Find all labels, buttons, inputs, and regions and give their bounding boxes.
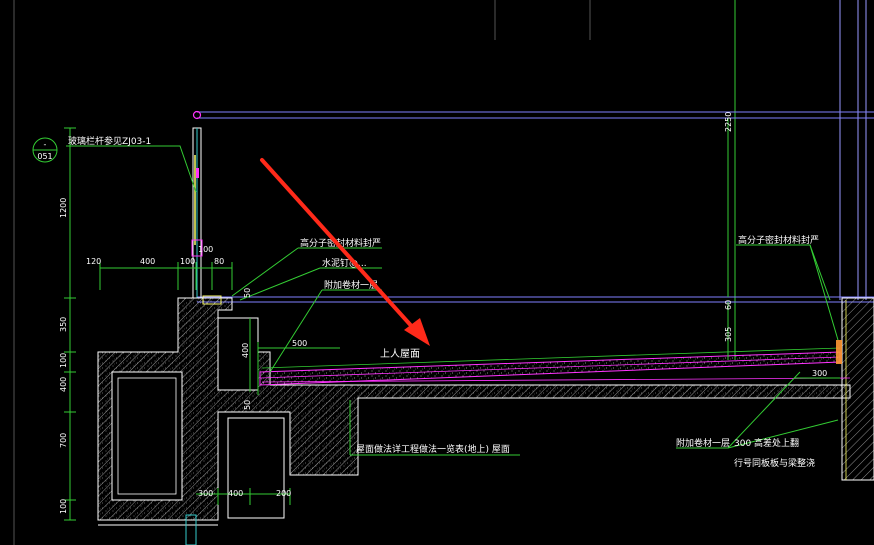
marker-top: - (44, 140, 47, 149)
dim-60: 60 (724, 300, 733, 310)
dim-2250: 2250 (724, 112, 733, 132)
red-arrow-icon (260, 158, 430, 346)
dim-50b: 50 (243, 400, 252, 410)
dim-100d: 100 (59, 499, 68, 514)
dim-400c: 400 (228, 489, 243, 498)
cad-drawing-canvas[interactable]: - 051 玻璃栏杆参见ZJ03-1 高分子密封材料封严 水泥钉@... 附加卷… (0, 0, 874, 545)
blue-guide-lines (197, 111, 874, 303)
dim-100a: 100 (180, 257, 195, 266)
dim-200: 200 (276, 489, 291, 498)
upturn-note: 300 高差处上翻 (734, 437, 799, 449)
dim-300b: 300 (812, 369, 827, 378)
marker-bottom: 051 (37, 152, 52, 161)
railing-note: 玻璃栏杆参见ZJ03-1 (68, 135, 151, 147)
dim-120: 120 (86, 257, 101, 266)
roof-layers (259, 340, 851, 386)
concrete-structure (97, 297, 874, 545)
dim-100c: 100 (59, 353, 68, 368)
dim-305: 305 (724, 327, 733, 342)
dim-100b: 100 (198, 245, 213, 254)
dim-350: 350 (59, 317, 68, 332)
dim-50a: 50 (243, 288, 252, 298)
dim-1200: 1200 (59, 198, 68, 218)
sealant-right-note: 高分子密封材料封严 (738, 234, 819, 246)
extra-membrane-bottom-note: 附加卷材一层 (676, 437, 730, 449)
roof-method-note: 屋面做法详工程做法一览表(地上) 屋面 (356, 443, 510, 455)
detail-reference-marker[interactable]: - 051 (32, 137, 58, 163)
dim-500: 500 (292, 339, 307, 348)
dim-700: 700 (59, 433, 68, 448)
dim-400a: 400 (140, 257, 155, 266)
dim-300a: 300 (198, 489, 213, 498)
dim-400b: 400 (241, 343, 250, 358)
roof-label: 上人屋面 (380, 348, 420, 360)
dim-400v: 400 (59, 377, 68, 392)
upturn-note-2: 行号同板板与梁整浇 (734, 457, 815, 469)
dim-80: 80 (214, 257, 224, 266)
